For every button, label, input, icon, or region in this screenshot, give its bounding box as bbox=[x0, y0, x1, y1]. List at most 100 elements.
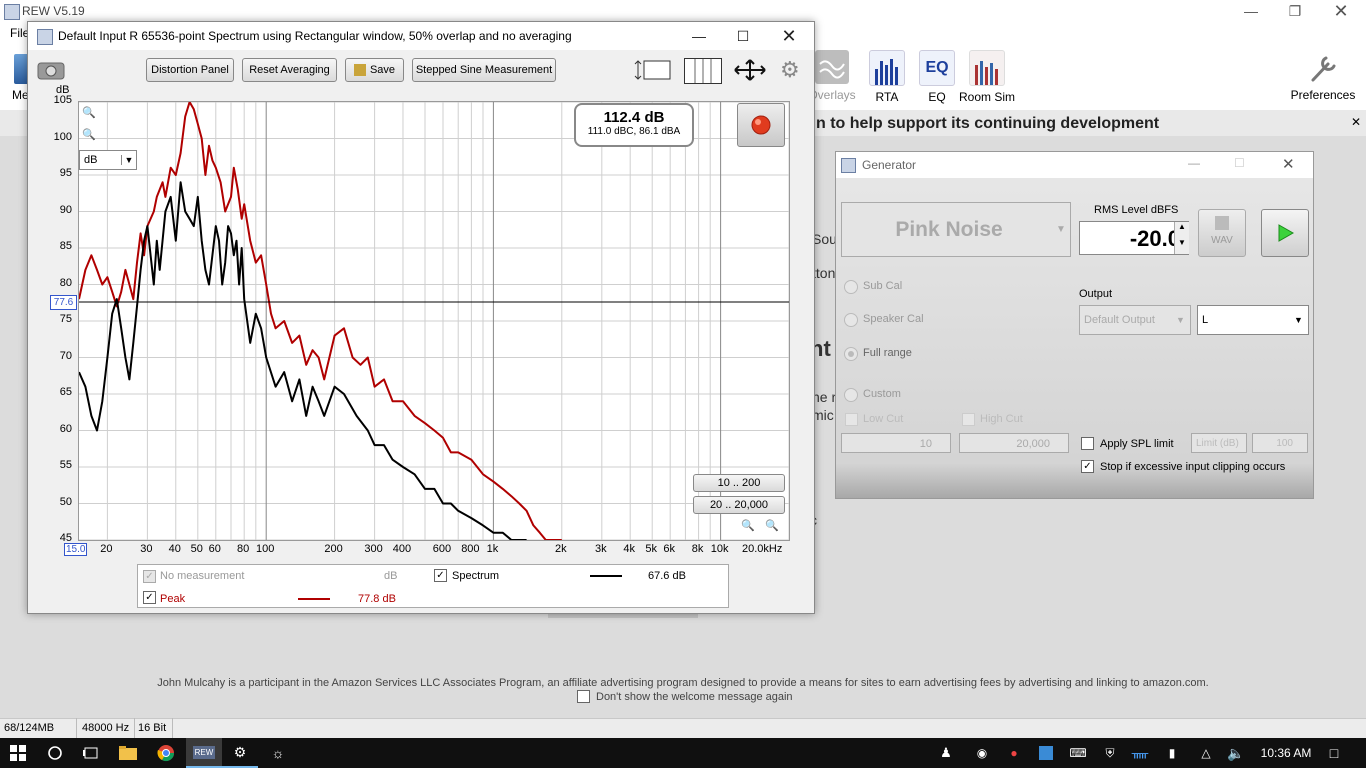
minimize-icon[interactable]: — bbox=[1228, 0, 1274, 22]
camera-icon[interactable] bbox=[36, 58, 66, 80]
range-20-20000-button[interactable]: 20 .. 20,000 bbox=[693, 496, 785, 514]
volume-icon[interactable]: 🔈 bbox=[1224, 738, 1248, 768]
output-channel-select[interactable]: L ▼ bbox=[1197, 305, 1309, 335]
unit-select[interactable]: dB ▼ bbox=[79, 150, 137, 170]
wav-button[interactable]: WAV bbox=[1198, 209, 1246, 257]
peak-legend-swatch bbox=[298, 598, 330, 600]
limit-db-input[interactable]: Limit (dB) bbox=[1191, 433, 1247, 453]
spectrum-window-title: Default Input R 65536-point Spectrum usi… bbox=[58, 29, 572, 43]
banner-close-icon[interactable]: ✕ bbox=[1351, 115, 1361, 129]
spectrum-checkbox[interactable]: ✓ bbox=[434, 569, 447, 582]
output-device-select[interactable]: Default Output ▼ bbox=[1079, 305, 1191, 335]
signal-select[interactable]: Pink Noise ▼ bbox=[841, 202, 1071, 257]
custom-radio[interactable] bbox=[844, 388, 858, 402]
battery-icon[interactable]: ▮ bbox=[1160, 738, 1184, 768]
limits-icon[interactable] bbox=[634, 58, 672, 82]
limit-value-input[interactable]: 100 bbox=[1252, 433, 1308, 453]
status-memory: 68/124MB bbox=[0, 718, 77, 738]
sub-cal-radio[interactable] bbox=[844, 280, 858, 294]
windows-start-icon[interactable] bbox=[0, 738, 36, 768]
eq-label: EQ bbox=[928, 90, 946, 104]
peak-legend-label: Peak bbox=[160, 593, 186, 605]
cursor-value-box[interactable]: 77.6 bbox=[50, 295, 77, 310]
toolbar-room-sim[interactable]: Room Sim bbox=[959, 50, 1015, 104]
reset-averaging-button[interactable]: Reset Averaging bbox=[242, 58, 337, 82]
high-cut-checkbox[interactable] bbox=[962, 413, 975, 426]
stop-clipping-label: Stop if excessive input clipping occurs bbox=[1100, 461, 1286, 473]
distortion-panel-button[interactable]: Distortion Panel bbox=[146, 58, 234, 82]
wifi-icon[interactable]: △ bbox=[1194, 738, 1218, 768]
status-bar bbox=[0, 718, 1366, 739]
save-button[interactable]: Save bbox=[345, 58, 404, 82]
generator-minimize-icon[interactable]: — bbox=[1188, 156, 1200, 170]
generator-app-icon bbox=[841, 158, 856, 173]
no-measurement-checkbox[interactable]: ✓ bbox=[143, 570, 156, 583]
peak-legend-value: 77.8 dB bbox=[358, 593, 396, 605]
zoom-out-x-icon[interactable]: 🔍 bbox=[741, 519, 755, 532]
rew-window-icon bbox=[37, 29, 53, 45]
zoom-in-icon[interactable]: 🔍 bbox=[82, 106, 96, 120]
toolbar-preferences[interactable]: Preferences bbox=[1290, 50, 1356, 102]
apply-spl-checkbox[interactable] bbox=[1081, 437, 1094, 450]
full-range-radio[interactable] bbox=[844, 347, 858, 361]
stop-clipping-checkbox[interactable]: ✓ bbox=[1081, 460, 1094, 473]
toolbar-eq[interactable]: EQ EQ bbox=[909, 50, 965, 104]
people-icon[interactable]: ♟ bbox=[934, 738, 958, 768]
restore-icon[interactable]: ❐ bbox=[1272, 0, 1318, 22]
file-explorer-icon[interactable] bbox=[110, 738, 146, 768]
notification-icon[interactable]: □ bbox=[1322, 738, 1346, 768]
status-bit-depth: 16 Bit bbox=[134, 718, 173, 738]
stepped-sine-button[interactable]: Stepped Sine Measurement bbox=[412, 58, 556, 82]
bluetooth-icon[interactable]: ᚅ bbox=[1128, 738, 1152, 768]
range-10-200-button[interactable]: 10 .. 200 bbox=[693, 474, 785, 492]
tray-record-icon[interactable]: ● bbox=[1002, 738, 1026, 768]
controls-toggle-icon[interactable] bbox=[684, 58, 722, 84]
security-icon[interactable]: ⛨ bbox=[1098, 738, 1122, 768]
dont-show-row[interactable]: Don't show the welcome message again bbox=[577, 690, 793, 703]
rms-level-input[interactable]: -20.0 bbox=[1079, 221, 1189, 255]
low-cut-input[interactable]: 10 bbox=[841, 433, 951, 453]
task-view-icon[interactable] bbox=[74, 738, 108, 768]
spectrum-minimize-icon[interactable]: — bbox=[676, 25, 722, 47]
fit-all-icon[interactable] bbox=[731, 58, 769, 82]
clock[interactable]: 10:36 AM bbox=[1254, 738, 1318, 768]
room-sim-icon bbox=[969, 50, 1005, 86]
x-tick-label: 1k bbox=[486, 543, 499, 555]
keyboard-icon[interactable]: ⌨ bbox=[1066, 738, 1090, 768]
y-tick-label: 105 bbox=[53, 94, 72, 106]
high-cut-label: High Cut bbox=[980, 413, 1023, 425]
peak-checkbox[interactable]: ✓ bbox=[143, 591, 156, 604]
speaker-cal-radio[interactable] bbox=[844, 313, 858, 327]
high-cut-input[interactable]: 20,000 bbox=[959, 433, 1069, 453]
spectrum-close-icon[interactable]: ✕ bbox=[766, 25, 812, 47]
rms-decrement-icon[interactable]: ▼ bbox=[1174, 238, 1189, 254]
settings-gear-icon[interactable]: ⚙ bbox=[780, 58, 804, 82]
search-icon[interactable] bbox=[38, 738, 72, 768]
spectrum-chart bbox=[78, 101, 790, 541]
settings-gear-icon[interactable]: ⚙ bbox=[222, 738, 258, 768]
y-tick-label: 95 bbox=[59, 167, 72, 179]
save-icon bbox=[353, 64, 366, 76]
chrome-icon[interactable] bbox=[148, 738, 184, 768]
rew-taskbar-icon[interactable]: REW bbox=[186, 738, 222, 768]
record-button[interactable] bbox=[737, 103, 785, 147]
dont-show-checkbox[interactable] bbox=[577, 690, 590, 703]
generator-maximize-icon[interactable]: ☐ bbox=[1234, 156, 1245, 170]
spectrum-maximize-icon[interactable]: ☐ bbox=[720, 25, 766, 47]
toolbar-rta[interactable]: RTA bbox=[859, 50, 915, 104]
wrench-icon bbox=[1306, 50, 1340, 84]
generator-close-icon[interactable]: ✕ bbox=[1282, 155, 1295, 173]
zoom-in-x-icon[interactable]: 🔍 bbox=[765, 519, 779, 532]
low-cut-checkbox[interactable] bbox=[845, 413, 858, 426]
plot-area[interactable] bbox=[78, 101, 790, 541]
tray-blue-app-icon[interactable] bbox=[1034, 738, 1058, 768]
x-tick-label: 100 bbox=[256, 543, 275, 555]
close-icon[interactable]: ✕ bbox=[1318, 0, 1364, 22]
rms-increment-icon[interactable]: ▲ bbox=[1174, 222, 1189, 238]
app-taskbar-icon[interactable]: ☼ bbox=[260, 738, 296, 768]
zoom-out-icon[interactable]: 🔍 bbox=[82, 128, 96, 142]
play-button[interactable] bbox=[1261, 209, 1309, 257]
overlays-icon bbox=[815, 50, 849, 84]
spl-main-value: 112.4 dB bbox=[603, 109, 665, 126]
tray-app-icon[interactable]: ◉ bbox=[970, 738, 994, 768]
